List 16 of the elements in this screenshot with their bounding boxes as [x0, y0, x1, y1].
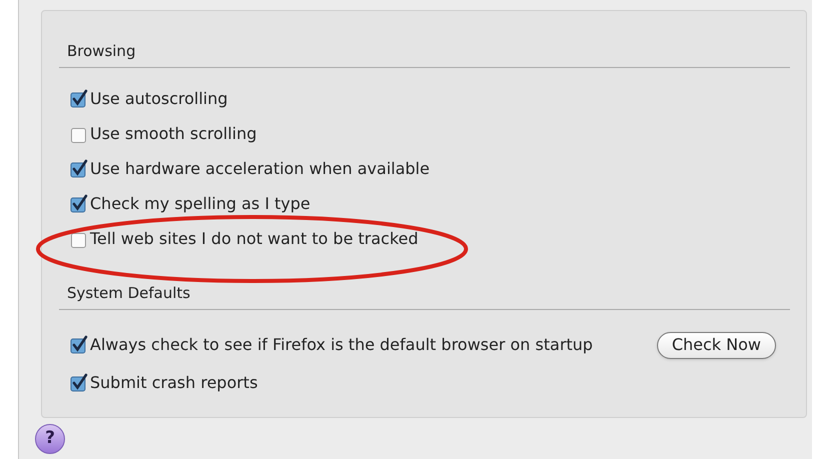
checked-checkbox[interactable] — [69, 194, 89, 214]
option-label: Use autoscrolling — [90, 88, 228, 110]
section-heading: System Defaults — [67, 284, 190, 302]
checked-checkbox[interactable] — [69, 373, 89, 393]
section-heading: Browsing — [67, 42, 136, 60]
option-label: Use smooth scrolling — [90, 123, 257, 145]
checked-checkbox[interactable] — [69, 89, 89, 109]
option-label: Submit crash reports — [90, 372, 258, 394]
checked-checkbox[interactable] — [69, 335, 89, 355]
option-label: Check my spelling as I type — [90, 193, 310, 215]
option-label: Always check to see if Firefox is the default browser on startup — [90, 334, 593, 356]
help-button[interactable]: ? — [35, 424, 65, 454]
option-label: Use hardware acceleration when available — [90, 158, 430, 180]
option-label: Tell web sites I do not want to be tracked — [90, 228, 418, 250]
checked-checkbox[interactable] — [69, 159, 89, 179]
check-now-button[interactable]: Check Now — [656, 332, 776, 358]
